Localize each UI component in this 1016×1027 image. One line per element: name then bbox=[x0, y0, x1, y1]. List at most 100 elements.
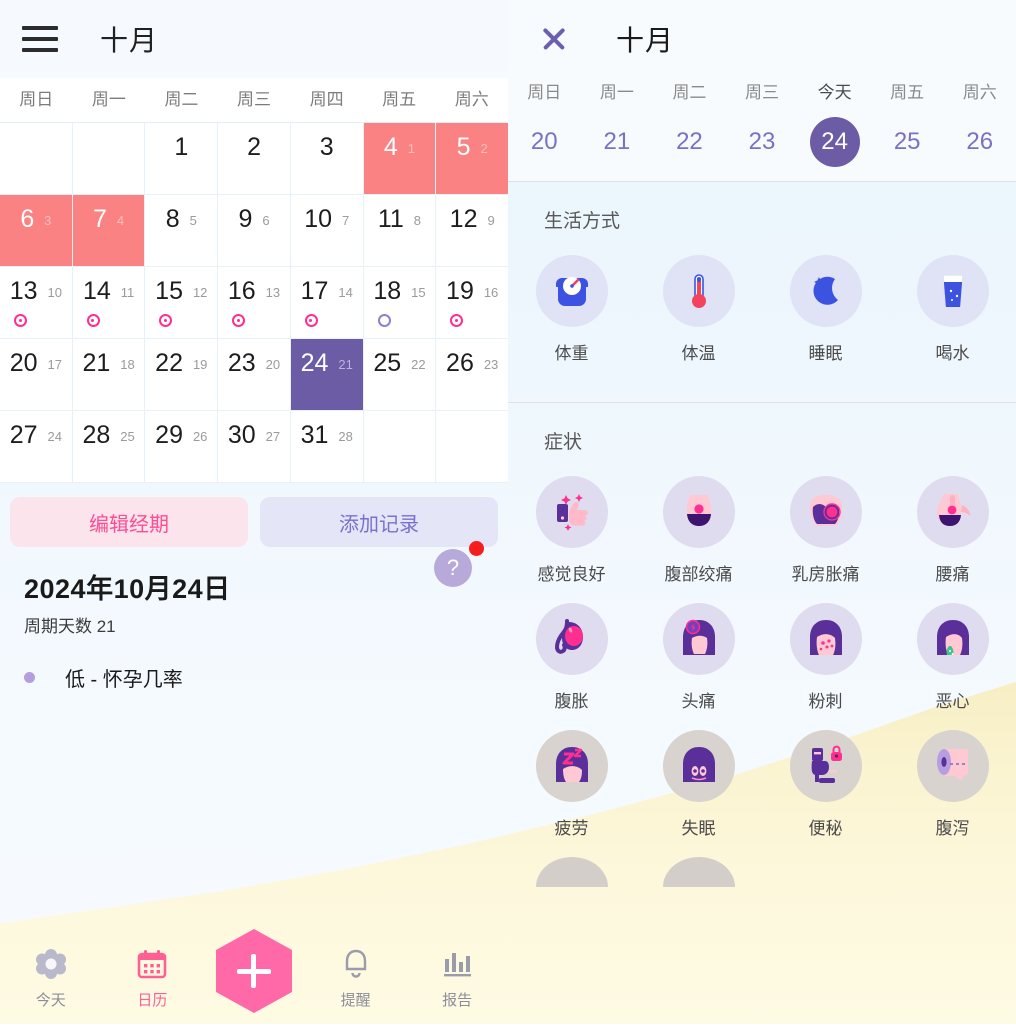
plus-icon[interactable] bbox=[215, 929, 292, 1013]
calendar-cell-day[interactable]: 29 26 bbox=[145, 411, 219, 483]
symptom-item-headache[interactable]: 头痛 bbox=[635, 603, 762, 712]
calendar-cell-day[interactable]: 20 17 bbox=[0, 339, 73, 411]
symptom-item-bloating[interactable]: 腹胀 bbox=[508, 603, 635, 712]
week-day-cell[interactable]: 21 bbox=[581, 117, 654, 167]
day-number: 11 8 bbox=[377, 205, 422, 233]
week-day-cell[interactable]: 22 bbox=[653, 117, 726, 167]
calendar-cell-day[interactable]: 4 1 bbox=[363, 123, 437, 195]
day-number: 26 23 bbox=[446, 349, 499, 377]
calendar-cell-day[interactable]: 24 21 bbox=[290, 339, 364, 411]
day-number: 27 24 bbox=[9, 421, 62, 449]
day-number: 24 21 bbox=[300, 349, 353, 377]
calendar-cell-day[interactable]: 26 23 bbox=[436, 339, 509, 411]
day-number: 31 28 bbox=[300, 421, 353, 449]
symptom-item-nausea[interactable]: 恶心 bbox=[889, 603, 1016, 712]
symptom-item-partial[interactable] bbox=[508, 857, 635, 887]
symptom-item-fatigue[interactable]: 疲劳 bbox=[508, 730, 635, 839]
week-dow-row: 周日 周一 周二 周三 今天 周五 周六 bbox=[508, 78, 1016, 117]
day-number: 12 9 bbox=[449, 205, 495, 233]
calendar-cell-day[interactable]: 19 16 bbox=[436, 267, 509, 339]
edit-period-button[interactable]: 编辑经期 bbox=[10, 497, 248, 547]
week-day-cell[interactable]: 23 bbox=[726, 117, 799, 167]
symptom-item-breast-tenderness[interactable]: 乳房胀痛 bbox=[762, 476, 889, 585]
lifestyle-item-water[interactable]: 喝水 bbox=[889, 255, 1016, 364]
calendar-cell-empty bbox=[0, 123, 73, 195]
calendar-cell-day[interactable]: 27 24 bbox=[0, 411, 73, 483]
calendar-cell-day[interactable]: 30 27 bbox=[218, 411, 291, 483]
tab-label: 提醒 bbox=[340, 991, 371, 1009]
item-label: 腹部绞痛 bbox=[664, 565, 733, 584]
day-number: 13 10 bbox=[9, 277, 62, 305]
partial-icon bbox=[535, 857, 608, 887]
item-label: 感觉良好 bbox=[537, 565, 606, 584]
calendar-cell-day[interactable]: 21 18 bbox=[72, 339, 146, 411]
week-day-number: 24 bbox=[798, 117, 871, 167]
calendar-cell-day[interactable]: 1 bbox=[145, 123, 219, 195]
calendar-cell-day[interactable]: 5 2 bbox=[436, 123, 509, 195]
symptom-item-back-pain[interactable]: 腰痛 bbox=[889, 476, 1016, 585]
symptom-item-diarrhea[interactable]: 腹泻 bbox=[889, 730, 1016, 839]
item-label: 失眠 bbox=[681, 819, 716, 838]
calendar-cell-day[interactable]: 8 5 bbox=[145, 195, 219, 267]
symptom-item-constipation[interactable]: 便秘 bbox=[762, 730, 889, 839]
tab-today[interactable]: 今天 bbox=[0, 947, 102, 1010]
week-dow-cell: 周日 bbox=[508, 78, 581, 117]
lifestyle-item-weight[interactable]: 体重 bbox=[508, 255, 635, 364]
week-day-cell[interactable]: 25 bbox=[871, 117, 944, 167]
week-dow-cell: 周五 bbox=[871, 78, 944, 117]
close-icon[interactable] bbox=[538, 23, 570, 55]
calendar-cell-day[interactable]: 7 4 bbox=[72, 195, 146, 267]
day-number: 21 18 bbox=[82, 349, 135, 377]
calendar-cell-day[interactable]: 23 20 bbox=[218, 339, 291, 411]
calendar-cell-day[interactable]: 2 bbox=[218, 123, 291, 195]
calendar-cell-day[interactable]: 25 22 bbox=[363, 339, 437, 411]
symptom-item-insomnia[interactable]: 失眠 bbox=[635, 730, 762, 839]
symptom-row-1: 感觉良好 腹部绞痛 乳房胀痛 腰痛 bbox=[508, 476, 1016, 585]
calendar-cell-day[interactable]: 14 11 bbox=[72, 267, 146, 339]
calendar-cell-day[interactable]: 12 9 bbox=[436, 195, 509, 267]
calendar-cell-day[interactable]: 31 28 bbox=[290, 411, 364, 483]
cycle-day-number: 27 bbox=[265, 429, 281, 444]
calendar-grid: 1234 15 26 37 48 59 6 10 7 11 8 12 9 13 10 14… bbox=[0, 122, 509, 483]
tab-calendar[interactable]: 日历 bbox=[102, 947, 204, 1010]
calendar-cell-day[interactable]: 3 bbox=[290, 123, 364, 195]
symptom-item-feeling-good[interactable]: 感觉良好 bbox=[508, 476, 635, 585]
calendar-cell-day[interactable]: 11 8 bbox=[363, 195, 437, 267]
app-screen: 十月 周日 周一 周二 周三 周四 周五 周六 1234 15 26 37 48… bbox=[0, 0, 1016, 1024]
week-dow-label: 周五 bbox=[890, 83, 925, 102]
symptom-item-cramps[interactable]: 腹部绞痛 bbox=[635, 476, 762, 585]
week-day-cell[interactable]: 24 bbox=[798, 117, 871, 167]
symptom-item-partial[interactable] bbox=[635, 857, 762, 887]
calendar-header: 十月 bbox=[0, 0, 508, 78]
lifestyle-item-sleep[interactable]: 睡眠 bbox=[762, 255, 889, 364]
symptom-item-acne[interactable]: 粉刺 bbox=[762, 603, 889, 712]
calendar-cell-day[interactable]: 28 25 bbox=[72, 411, 146, 483]
tab-report[interactable]: 报告 bbox=[406, 947, 508, 1010]
calendar-cell-day[interactable]: 9 6 bbox=[218, 195, 291, 267]
weekday-header: 周日 周一 周二 周三 周四 周五 周六 bbox=[0, 78, 508, 122]
calendar-cell-day[interactable]: 22 19 bbox=[145, 339, 219, 411]
question-mark-icon[interactable]: ? bbox=[434, 549, 472, 587]
add-record-button[interactable]: 添加记录 bbox=[260, 497, 498, 547]
calendar-cell-day[interactable]: 6 3 bbox=[0, 195, 73, 267]
calendar-cell-day[interactable]: 18 15 bbox=[363, 267, 437, 339]
week-day-number: 26 bbox=[966, 128, 994, 155]
week-day-cell[interactable]: 26 bbox=[943, 117, 1016, 167]
tab-reminder[interactable]: 提醒 bbox=[305, 947, 407, 1010]
calendar-cell-day[interactable]: 10 7 bbox=[290, 195, 364, 267]
week-day-row: 20 21 22 23 24 25 26 bbox=[508, 117, 1016, 167]
calendar-icon bbox=[136, 947, 168, 981]
calendar-cell-day[interactable]: 17 14 bbox=[290, 267, 364, 339]
item-label: 腰痛 bbox=[935, 565, 970, 584]
calendar-cell-day[interactable]: 13 10 bbox=[0, 267, 73, 339]
lifestyle-item-temperature[interactable]: 体温 bbox=[635, 255, 762, 364]
calendar-cell-day[interactable]: 15 12 bbox=[145, 267, 219, 339]
week-day-cell[interactable]: 20 bbox=[508, 117, 581, 167]
week-dow-label: 周六 bbox=[962, 83, 997, 102]
calendar-cell-day[interactable]: 16 13 bbox=[218, 267, 291, 339]
hamburger-icon[interactable] bbox=[22, 26, 58, 52]
section-lifestyle: 生活方式 体重 体温 睡眠 喝水 bbox=[508, 182, 1016, 403]
week-dow-cell: 周一 bbox=[581, 78, 654, 117]
action-buttons: 编辑经期 添加记录 bbox=[0, 483, 508, 547]
day-number: 22 19 bbox=[155, 349, 208, 377]
